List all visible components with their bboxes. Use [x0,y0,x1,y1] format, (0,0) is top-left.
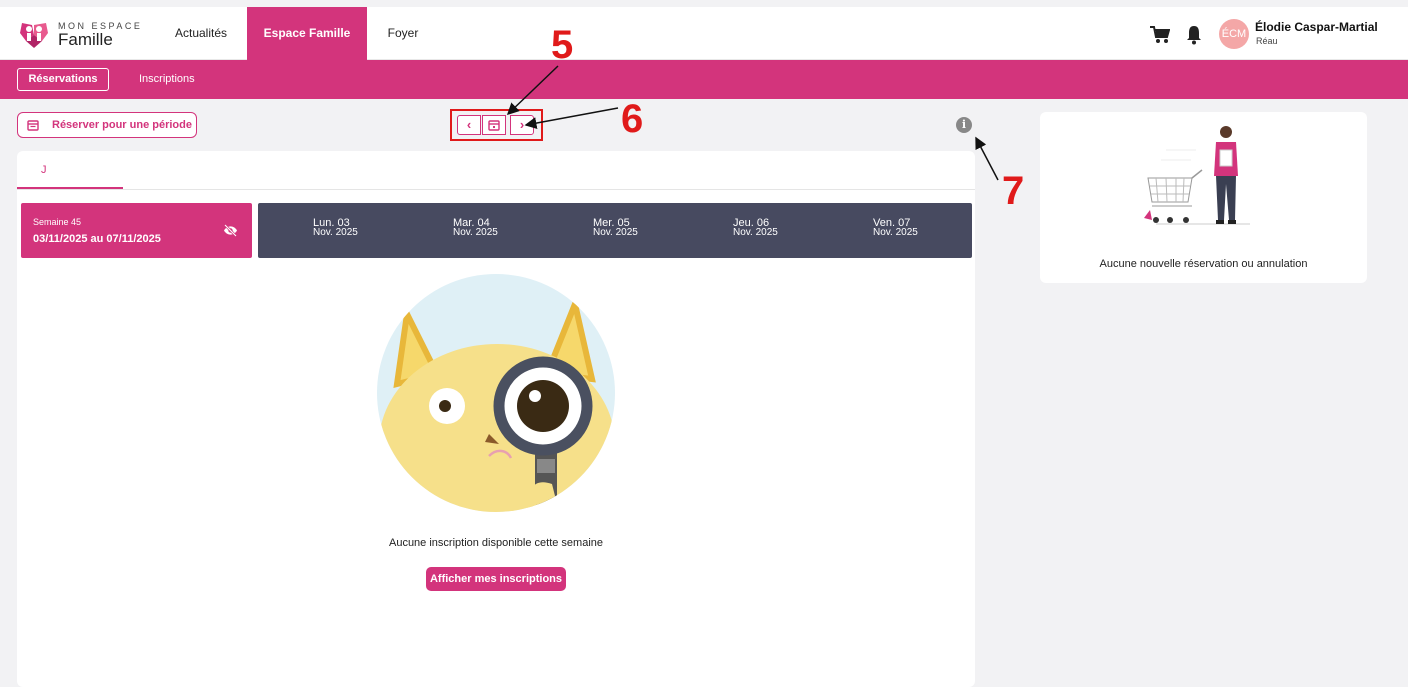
day-column-header: Mer. 05 Nov. 2025 [593,218,673,238]
day-column-header: Ven. 07 Nov. 2025 [873,218,953,238]
calendar-icon [27,120,39,131]
week-label: Semaine 45 [33,217,82,227]
tab-child-j[interactable]: J [17,151,123,189]
previous-week-button[interactable]: ‹ [457,115,481,135]
reservations-panel: J Semaine 45 03/11/2025 au 07/11/2025 Lu… [17,151,975,687]
empty-state-message: Aucune inscription disponible cette sema… [388,537,604,549]
day-month: Nov. 2025 [313,227,358,238]
nav-actualites[interactable]: Actualités [163,7,239,60]
day-month: Nov. 2025 [873,227,918,238]
nav-espace-famille[interactable]: Espace Famille [247,7,367,60]
logo-line2: Famille [58,30,113,49]
top-header: MON ESPACE Famille Actualités Espace Fam… [0,7,1408,60]
next-week-button[interactable]: › [510,115,534,135]
week-navigation: ‹ › [450,109,543,141]
annotation-6: 6 [621,97,644,141]
tab-reservations[interactable]: Réservations [17,68,109,91]
week-selector[interactable]: Semaine 45 03/11/2025 au 07/11/2025 [21,203,252,258]
week-days-header: Lun. 03 Nov. 2025 Mar. 04 Nov. 2025 Mer.… [258,203,972,258]
day-month: Nov. 2025 [453,227,498,238]
nav-foyer[interactable]: Foyer [376,7,430,60]
sub-navigation: Réservations Inscriptions [0,60,1408,99]
tab-inscriptions[interactable]: Inscriptions [139,68,195,91]
day-column-header: Mar. 04 Nov. 2025 [453,218,533,238]
bell-icon[interactable] [1185,25,1203,45]
family-logo-icon [20,23,48,48]
calendar-picker-button[interactable] [482,115,506,135]
user-name[interactable]: Élodie Caspar-Martial [1255,20,1378,34]
day-month: Nov. 2025 [733,227,778,238]
annotation-7: 7 [1002,169,1025,213]
no-reservation-message: Aucune nouvelle réservation ou annulatio… [1099,258,1308,270]
cat-magnifier-illustration [379,293,615,512]
recent-activity-card: Aucune nouvelle réservation ou annulatio… [1040,112,1367,283]
week-range: 03/11/2025 au 07/11/2025 [33,233,161,245]
avatar[interactable]: ÉCM [1219,19,1249,49]
user-city: Réau [1256,36,1278,46]
show-inscriptions-button[interactable]: Afficher mes inscriptions [426,567,566,591]
info-icon[interactable]: i [956,117,972,133]
cart-icon[interactable] [1150,26,1170,44]
eye-slash-icon[interactable] [223,224,238,237]
tab-divider [17,189,975,190]
day-column-header: Lun. 03 Nov. 2025 [313,218,393,238]
day-column-header: Jeu. 06 Nov. 2025 [733,218,813,238]
calendar-icon [488,120,500,131]
reserve-period-button[interactable]: Réserver pour une période [17,112,197,138]
reserve-period-label: Réserver pour une période [52,119,192,131]
day-month: Nov. 2025 [593,227,638,238]
annotation-5: 5 [551,23,574,67]
shopping-cart-illustration [1144,126,1250,225]
app-logo[interactable]: MON ESPACE Famille [18,17,158,51]
empty-state-illustration [377,274,615,512]
